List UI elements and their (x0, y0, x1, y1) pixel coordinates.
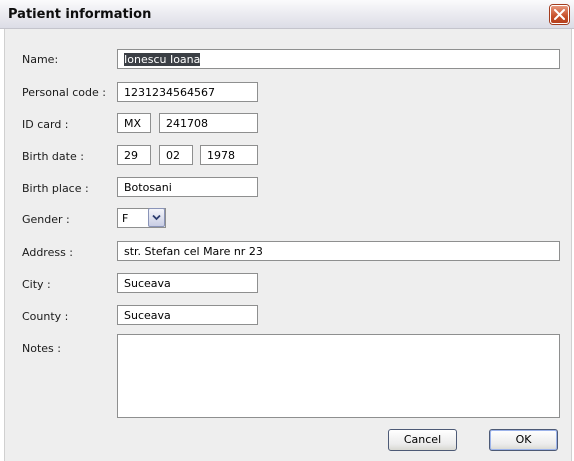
patient-information-dialog: Patient information Name: Ionescu Ioana … (0, 0, 574, 461)
birth-date-label: Birth date : (22, 150, 84, 163)
personal-code-label: Personal code : (22, 86, 106, 99)
name-value: Ionescu Ioana (124, 53, 201, 66)
ok-button[interactable]: OK (489, 429, 558, 451)
city-field[interactable]: Suceava (117, 273, 258, 293)
county-label: County : (22, 310, 69, 323)
id-card-series-field[interactable]: MX (117, 113, 151, 133)
address-label: Address : (22, 246, 74, 259)
birth-place-label: Birth place : (22, 182, 89, 195)
title-bar[interactable]: Patient information (0, 0, 574, 29)
id-card-number-field[interactable]: 241708 (159, 113, 258, 133)
birth-month-field[interactable]: 02 (159, 145, 193, 165)
chevron-down-icon (152, 214, 161, 221)
birth-day-field[interactable]: 29 (117, 145, 151, 165)
birth-year-field[interactable]: 1978 (200, 145, 258, 165)
notes-textarea[interactable] (117, 334, 560, 418)
notes-label: Notes : (22, 342, 61, 355)
close-icon (554, 9, 565, 20)
city-label: City : (22, 278, 51, 291)
county-field[interactable]: Suceava (117, 305, 258, 325)
birth-place-field[interactable]: Botosani (117, 177, 258, 197)
address-field[interactable]: str. Stefan cel Mare nr 23 (117, 241, 560, 261)
id-card-label: ID card : (22, 118, 69, 131)
gender-value: F (122, 212, 129, 225)
dialog-title: Patient information (8, 7, 152, 22)
personal-code-field[interactable]: 1231234564567 (117, 82, 258, 102)
name-label: Name: (22, 53, 59, 66)
name-field[interactable]: Ionescu Ioana (117, 49, 560, 69)
gender-dropdown-button[interactable] (148, 208, 165, 227)
cancel-button[interactable]: Cancel (388, 429, 457, 451)
close-button[interactable] (550, 5, 569, 24)
gender-label: Gender : (22, 213, 70, 226)
